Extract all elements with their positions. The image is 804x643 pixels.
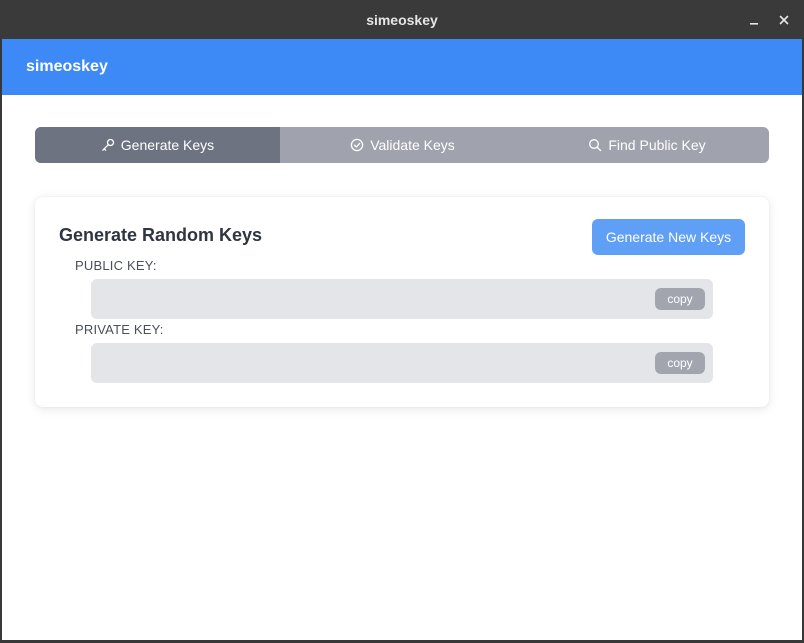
app-content: simeoskey Generate Keys Validate Keys Fi… [2,39,802,640]
minimize-button[interactable] [744,10,764,30]
private-key-field[interactable]: copy [91,343,713,383]
app-window: simeoskey simeoskey Generate Keys Valida… [0,0,804,643]
close-button[interactable] [774,10,794,30]
check-circle-icon [350,138,364,152]
tab-generate-keys[interactable]: Generate Keys [35,127,280,163]
app-header: simeoskey [2,39,802,95]
card-title: Generate Random Keys [59,225,263,245]
tab-validate-keys[interactable]: Validate Keys [280,127,525,163]
tab-label: Generate Keys [120,137,215,153]
generate-new-keys-button[interactable]: Generate New Keys [592,219,745,255]
tab-bar: Generate Keys Validate Keys Find Public … [35,127,769,163]
minimize-icon [750,23,758,25]
copy-public-key-button[interactable]: copy [655,288,705,310]
search-icon [589,139,602,152]
close-icon [779,15,789,25]
tab-label: Validate Keys [370,137,455,153]
public-key-field[interactable]: copy [91,279,713,319]
tab-label: Find Public Key [608,137,706,153]
key-icon [101,138,114,151]
title-bar: simeoskey [0,0,804,39]
copy-private-key-button[interactable]: copy [655,352,705,374]
app-brand: simeoskey [26,58,108,75]
public-key-label: PUBLIC KEY: [75,258,157,273]
generate-keys-card: Generate Random Keys Generate New Keys P… [35,197,769,407]
private-key-label: PRIVATE KEY: [75,322,164,337]
tab-find-public-key[interactable]: Find Public Key [525,127,769,163]
window-title: simeoskey [366,12,438,28]
